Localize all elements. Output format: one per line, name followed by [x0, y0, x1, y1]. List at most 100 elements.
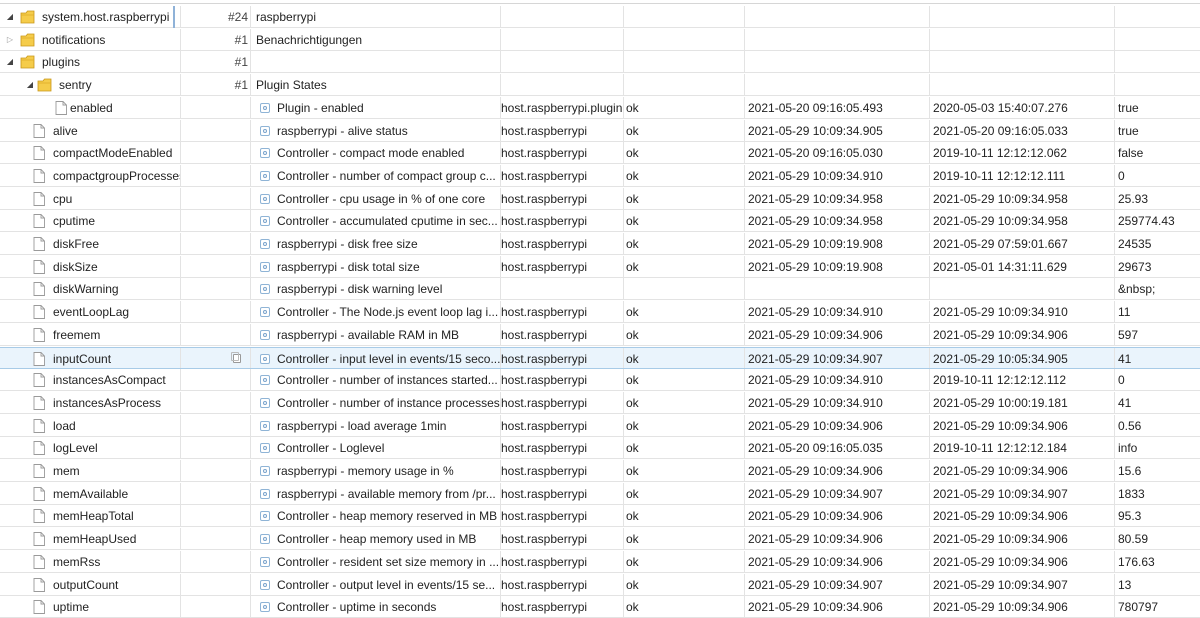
column-divider [744, 528, 745, 550]
value-cell[interactable]: true [1118, 120, 1200, 142]
column-divider [250, 28, 251, 50]
state-label: instancesAsCompact [53, 373, 166, 388]
value-cell[interactable]: info [1118, 437, 1200, 459]
description-text: Controller - number of compact group c..… [277, 168, 496, 183]
expand-toggle-icon[interactable]: ◢ [5, 51, 15, 73]
room-cell: host.raspberrypi [501, 486, 588, 501]
tree-row-sentry[interactable]: ◢ sentry #1 Plugin States [0, 74, 1200, 97]
value-cell[interactable]: 0 [1118, 369, 1200, 391]
value-cell[interactable]: false [1118, 142, 1200, 164]
description-text: raspberrypi - available memory from /pr.… [277, 486, 496, 501]
column-divider [250, 164, 251, 186]
value-cell[interactable]: 259774.43 [1118, 210, 1200, 232]
last-change-cell: 2021-05-29 10:09:34.906 [933, 509, 1068, 524]
tree-row-compactgroupProcesses[interactable]: compactgroupProcesses Controller - number… [0, 164, 1200, 187]
column-divider [1114, 391, 1115, 413]
value-cell[interactable]: 24535 [1118, 233, 1200, 255]
description-text: Controller - accumulated cputime in sec.… [277, 214, 498, 229]
value-cell[interactable]: 0.56 [1118, 415, 1200, 437]
timestamp-cell: 2021-05-29 10:09:34.905 [748, 123, 883, 138]
state-label: uptime [53, 600, 90, 615]
state-role-icon [260, 284, 270, 295]
tree-row-diskSize[interactable]: diskSize raspberrypi - disk total size hos… [0, 255, 1200, 278]
description-cell: Controller - number of compact group c..… [256, 165, 500, 187]
value-cell[interactable]: 29673 [1118, 256, 1200, 278]
tree-row-plugins[interactable]: ◢ plugins #1 [0, 51, 1200, 74]
tree-row-system.host.raspberrypi[interactable]: ◢ system.host.raspberrypi #24 raspberrypi [0, 6, 1200, 28]
column-divider [623, 74, 624, 96]
name-cell: memHeapUsed [0, 528, 180, 550]
tree-row-logLevel[interactable]: logLevel Controller - Loglevel host.raspbe… [0, 437, 1200, 460]
tree-row-enabled[interactable]: enabled Plugin - enabled host.raspberrypi.… [0, 96, 1200, 119]
description-cell: Controller - output level in events/15 s… [256, 574, 500, 596]
state-role-icon [260, 602, 270, 613]
tree-row-cputime[interactable]: cputime Controller - accumulated cputime … [0, 210, 1200, 233]
tree-row-diskFree[interactable]: diskFree raspberrypi - disk free size host… [0, 233, 1200, 255]
tree-row-inputCount[interactable]: inputCount Controller - input level in ev… [0, 346, 1200, 370]
state-label: diskFree [53, 237, 100, 251]
tree-row-memHeapUsed[interactable]: memHeapUsed Controller - heap memory used… [0, 528, 1200, 551]
tree-row-uptime[interactable]: uptime Controller - uptime in seconds host… [0, 596, 1200, 618]
child-count [180, 301, 250, 323]
name-cell: compactModeEnabled [0, 142, 180, 164]
room-cell: host.raspberrypi [501, 305, 588, 320]
ack-cell: ok [626, 395, 639, 410]
tree-row-outputCount[interactable]: outputCount Controller - output level in … [0, 573, 1200, 596]
child-count [180, 120, 250, 142]
expand-toggle-icon[interactable]: ◢ [5, 6, 15, 28]
value-cell[interactable]: 41 [1118, 348, 1200, 370]
value-cell[interactable]: 176.63 [1118, 551, 1200, 573]
value-cell[interactable]: 95.3 [1118, 505, 1200, 527]
state-role-icon [260, 375, 270, 386]
description-cell: raspberrypi - available RAM in MB [256, 324, 500, 346]
tree-row-diskWarning[interactable]: diskWarning raspberrypi - disk warning le… [0, 278, 1200, 301]
column-divider [1114, 301, 1115, 323]
tree-row-cpu[interactable]: cpu Controller - cpu usage in % of one co… [0, 187, 1200, 210]
tree-row-mem[interactable]: mem raspberrypi - memory usage in % host.r… [0, 460, 1200, 482]
state-role-icon [260, 511, 270, 522]
tree-row-memRss[interactable]: memRss Controller - resident set size mem… [0, 550, 1200, 573]
value-cell[interactable]: 780797 [1118, 596, 1200, 618]
tree-row-eventLoopLag[interactable]: eventLoopLag Controller - The Node.js eve… [0, 301, 1200, 324]
column-divider [929, 391, 930, 413]
value-cell[interactable]: 41 [1118, 392, 1200, 414]
column-divider [250, 51, 251, 73]
timestamp-cell: 2021-05-29 10:09:34.906 [748, 464, 883, 478]
timestamp-cell: 2021-05-29 10:09:34.906 [748, 327, 883, 342]
description-text: Controller - Loglevel [277, 441, 385, 456]
value-cell[interactable]: 80.59 [1118, 528, 1200, 550]
file-icon [33, 146, 45, 161]
collapse-toggle-icon[interactable]: ▷ [5, 29, 15, 51]
value-cell[interactable]: 0 [1118, 165, 1200, 187]
description-cell: raspberrypi [256, 10, 317, 24]
value-cell[interactable]: 15.6 [1118, 460, 1200, 482]
column-divider [744, 437, 745, 459]
name-cell: ◢ sentry [0, 74, 180, 96]
value-cell[interactable]: &nbsp; [1118, 278, 1200, 300]
column-divider [1114, 96, 1115, 118]
tree-row-alive[interactable]: alive raspberrypi - alive status host.rasp… [0, 119, 1200, 142]
tree-row-instancesAsCompact[interactable]: instancesAsCompact Controller - number of… [0, 369, 1200, 392]
tree-row-memAvailable[interactable]: memAvailable raspberrypi - available memo… [0, 482, 1200, 505]
tree-row-notifications[interactable]: ▷ notifications #1 Benachrichtigungen [0, 28, 1200, 51]
column-divider [623, 28, 624, 50]
file-icon [33, 464, 45, 478]
tree-row-instancesAsProcess[interactable]: instancesAsProcess Controller - number of… [0, 391, 1200, 414]
tree-row-memHeapTotal[interactable]: memHeapTotal Controller - heap memory res… [0, 505, 1200, 528]
name-cell: ◢ plugins [0, 51, 180, 73]
expand-toggle-icon[interactable]: ◢ [25, 74, 35, 96]
tree-row-load[interactable]: load raspberrypi - load average 1min host.… [0, 414, 1200, 437]
description-text: raspberrypi - disk free size [277, 237, 418, 251]
value-cell[interactable]: 13 [1118, 574, 1200, 596]
last-change-cell: 2021-05-29 10:09:34.906 [933, 600, 1068, 615]
value-cell[interactable]: 1833 [1118, 483, 1200, 505]
value-cell[interactable]: 597 [1118, 324, 1200, 346]
child-count [180, 278, 250, 300]
value-cell[interactable]: true [1118, 97, 1200, 119]
value-cell[interactable]: 25.93 [1118, 188, 1200, 210]
name-cell: inputCount [0, 348, 180, 370]
state-label: cpu [53, 191, 73, 206]
value-cell[interactable]: 11 [1118, 301, 1200, 323]
tree-row-compactModeEnabled[interactable]: compactModeEnabled Controller - compact m… [0, 142, 1200, 165]
tree-row-freemem[interactable]: freemem raspberrypi - available RAM in MB… [0, 323, 1200, 346]
